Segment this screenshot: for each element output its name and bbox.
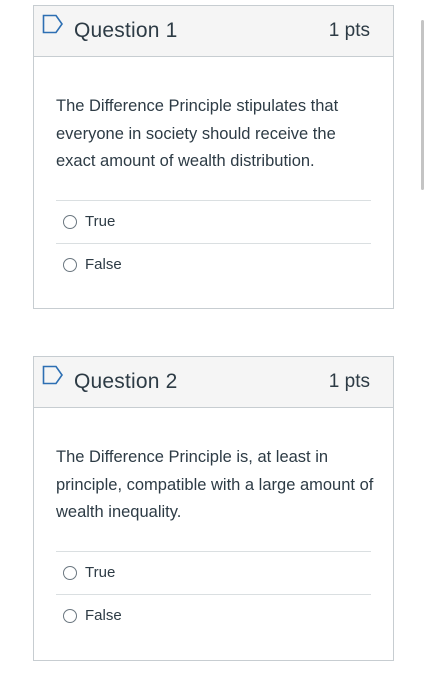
question-points: 1 pts [328, 371, 370, 392]
question-title: Question 1 [74, 19, 178, 42]
answer-list: True False [56, 551, 371, 637]
question-text: The Difference Principle is, at least in… [56, 448, 374, 521]
radio-icon[interactable] [63, 258, 77, 272]
answer-option-false[interactable]: False [56, 594, 371, 637]
answer-list: True False [56, 200, 371, 286]
question-text: The Difference Principle stipulates that… [56, 97, 339, 170]
answer-label[interactable]: False [85, 256, 122, 273]
flag-icon[interactable] [42, 14, 64, 34]
scrollbar[interactable] [421, 20, 424, 190]
question-card-2: Question 2 1 pts The Difference Principl… [33, 356, 394, 661]
radio-icon[interactable] [63, 215, 77, 229]
quiz-page: Question 1 1 pts The Difference Principl… [0, 0, 428, 700]
answer-option-false[interactable]: False [56, 243, 371, 286]
question-header: Question 1 1 pts [34, 6, 393, 57]
answer-label[interactable]: False [85, 607, 122, 624]
answer-option-true[interactable]: True [56, 200, 371, 243]
question-points: 1 pts [328, 20, 370, 41]
answer-label[interactable]: True [85, 564, 115, 581]
question-header: Question 2 1 pts [34, 357, 393, 408]
radio-icon[interactable] [63, 566, 77, 580]
flag-icon[interactable] [42, 365, 64, 385]
radio-icon[interactable] [63, 609, 77, 623]
question-card-1: Question 1 1 pts The Difference Principl… [33, 5, 394, 309]
answer-option-true[interactable]: True [56, 551, 371, 594]
question-title: Question 2 [74, 370, 178, 393]
question-body: The Difference Principle is, at least in… [34, 408, 393, 527]
question-body: The Difference Principle stipulates that… [34, 57, 393, 176]
answer-label[interactable]: True [85, 213, 115, 230]
